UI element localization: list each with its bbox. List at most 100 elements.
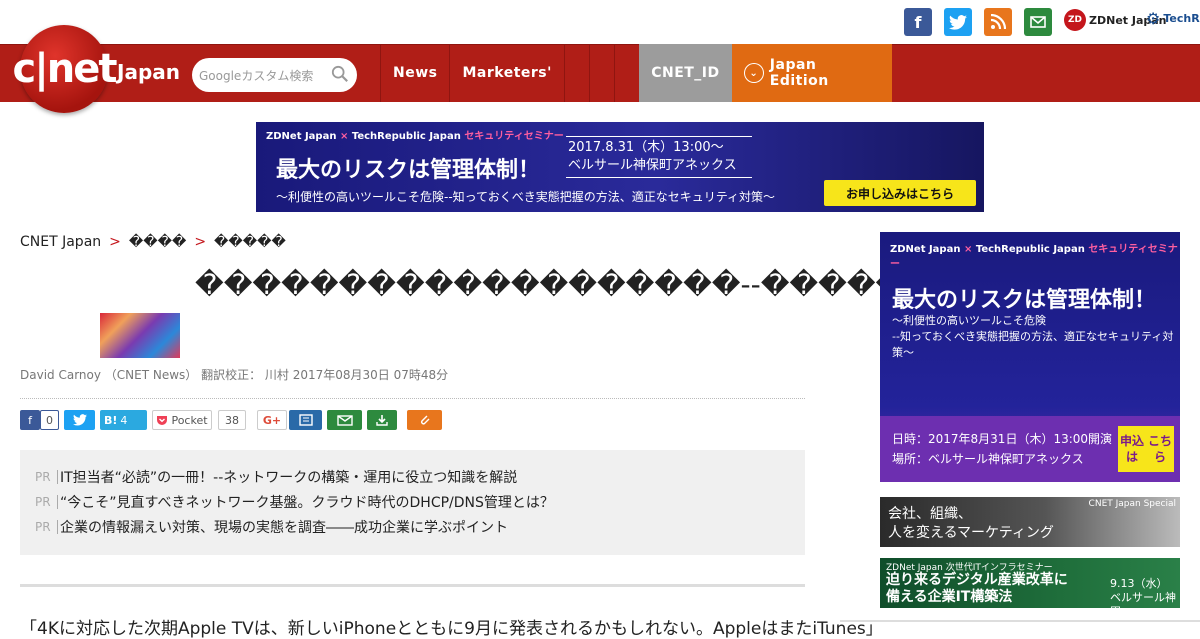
pr-tag: PR	[35, 494, 51, 509]
breadcrumb-sep: >	[194, 234, 207, 250]
clip-icon[interactable]	[407, 410, 442, 430]
banner-date-venue: 2017.8.31（木）13:00〜 ベルサール神保町アネックス	[566, 136, 752, 178]
banner-brand-x: ×	[339, 131, 349, 142]
nav-cnet-id[interactable]: CNET_ID	[638, 44, 732, 102]
techrepublic-logo-icon: ⚙	[1146, 9, 1161, 28]
sidebar-ad-cta-button[interactable]: 申込は こちら	[1118, 426, 1174, 472]
gplus-share-icon[interactable]: G+	[257, 410, 287, 430]
pr-item-text[interactable]: IT担当者“必読”の一冊！--ネットワークの構築・運用に役立つ知識を解説	[60, 467, 517, 487]
mail-share-glyph	[336, 414, 353, 426]
download-glyph	[376, 415, 388, 426]
twitter-share-icon[interactable]	[64, 410, 95, 430]
sidebar-banner2-date1: 9.13（水）	[1110, 577, 1168, 590]
pr-box: PR IT担当者“必読”の一冊！--ネットワークの構築・運用に役立つ知識を解説 …	[20, 450, 805, 555]
mail-share-icon[interactable]	[327, 410, 362, 430]
pocket-icon	[157, 416, 168, 425]
hatena-icon: B!	[104, 413, 118, 427]
breadcrumb-level1[interactable]: ����	[129, 234, 186, 250]
pr-bar	[57, 494, 58, 509]
nav-japan-edition[interactable]: ⌄ Japan Edition	[731, 44, 892, 102]
social-bar: f ZD ZDNet Japan ⚙ TechRep	[0, 0, 1200, 44]
sidebar-ad-brand-right: TechRepublic Japan	[975, 244, 1085, 255]
facebook-share-icon[interactable]: f	[20, 410, 40, 430]
pocket-share-button[interactable]: Pocket	[152, 410, 212, 430]
pocket-label: Pocket	[171, 413, 208, 427]
breadcrumb-home[interactable]: CNET Japan	[20, 234, 101, 250]
sidebar-ad-footer: 日時：2017年8月31日（木）13:00開演 場所：ベルサール神保町アネックス…	[880, 416, 1180, 482]
breadcrumb: CNET Japan > ���� > �����	[20, 234, 286, 250]
nav-news[interactable]: News	[380, 44, 449, 102]
divider	[840, 620, 1200, 622]
nav-blank-3[interactable]	[613, 44, 639, 102]
download-icon[interactable]	[367, 410, 397, 430]
nav-blank-2[interactable]	[588, 44, 614, 102]
print-glyph	[298, 414, 313, 426]
main-nav: News Marketers' CNET_ID ⌄ Japan Edition	[380, 44, 892, 102]
sidebar-ad-date: 日時：2017年8月31日（木）13:00開演	[892, 432, 1113, 446]
sidebar-ad-venue: 場所：ベルサール神保町アネックス	[892, 452, 1084, 466]
clip-glyph	[420, 415, 429, 425]
nav-blank-1[interactable]	[563, 44, 589, 102]
print-icon[interactable]	[289, 410, 322, 430]
edition-label: Japan Edition	[769, 57, 829, 89]
pocket-count: 38	[218, 410, 246, 430]
search-box[interactable]: Googleカスタム検索	[192, 58, 357, 92]
sidebar-banner2-date2: ベルサール神田	[1110, 591, 1176, 608]
sidebar-banner-infra[interactable]: ZDNet Japan 次世代ITインフラセミナー 迫り来るデジタル産業改革に …	[880, 558, 1180, 608]
banner-brand-left: ZDNet Japan	[266, 131, 337, 142]
sidebar-banner-line1: 会社、組織、	[888, 506, 972, 522]
sidebar-ad-headline: 最大のリスクは管理体制！	[892, 288, 1157, 313]
sidebar-ad-brand: ZDNet Japan × TechRepublic Japan セキュリティセ…	[890, 240, 1180, 270]
sidebar-ad-sub1: 〜利便性の高いツールこそ危険	[892, 314, 1046, 327]
sidebar-ad-cta-line2: こちら	[1147, 434, 1172, 464]
sidebar-ad-cta-line1: 申込は	[1119, 434, 1144, 464]
banner-brand: ZDNet Japan × TechRepublic Japan セキュリティセ…	[266, 127, 564, 142]
rss-glyph	[990, 14, 1006, 30]
article-body: 「4Kに対応した次期Apple TVは、新しいiPhoneとともに9月に発表され…	[20, 619, 883, 639]
twitter-share-bird	[72, 414, 87, 426]
twitter-bird	[949, 14, 967, 30]
techrepublic-label: TechRep	[1163, 12, 1200, 25]
divider	[20, 398, 805, 399]
banner-headline: 最大のリスクは管理体制！	[276, 158, 541, 183]
search-input[interactable]: Googleカスタム検索	[199, 67, 313, 84]
banner-cta-button[interactable]: お申し込みはこちら	[824, 180, 976, 206]
twitter-icon[interactable]	[944, 8, 972, 36]
article-thumbnail	[100, 313, 180, 358]
facebook-glyph: f	[914, 12, 922, 32]
pr-item[interactable]: PR 企業の情報漏えい対策、現場の実態を調査――成功企業に学ぶポイント	[35, 514, 790, 539]
sidebar-banner-marketing[interactable]: CNET Japan Special 会社、組織、 人を変えるマーケティング	[880, 497, 1180, 547]
sidebar-banner-line2: 人を変えるマーケティング	[888, 525, 1054, 541]
sidebar-banner2-date: 9.13（水） ベルサール神田	[1110, 577, 1180, 608]
hatena-share-button[interactable]: B! 4	[100, 410, 147, 430]
sidebar-banner2-headline: 迫り来るデジタル産業改革に 備える企業IT構築法	[886, 572, 1068, 606]
banner-venue: ベルサール神保町アネックス	[568, 158, 737, 173]
sidebar-banner-tag: CNET Japan Special	[1088, 499, 1176, 509]
sidebar-ad[interactable]: ZDNet Japan × TechRepublic Japan セキュリティセ…	[880, 232, 1180, 482]
pr-item[interactable]: PR “今こそ”見直すべきネットワーク基盤。クラウド時代のDHCP/DNS管理と…	[35, 489, 790, 514]
mail-glyph	[1030, 16, 1046, 28]
facebook-icon[interactable]: f	[904, 8, 932, 36]
banner-seminar: セキュリティセミナー	[464, 131, 564, 142]
pr-item[interactable]: PR IT担当者“必読”の一冊！--ネットワークの構築・運用に役立つ知識を解説	[35, 464, 790, 489]
cnet-logo[interactable]: c|net	[12, 25, 118, 113]
search-icon[interactable]	[331, 65, 349, 83]
sidebar-ad-brand-left: ZDNet Japan	[890, 244, 961, 255]
pr-item-text[interactable]: 企業の情報漏えい対策、現場の実態を調査――成功企業に学ぶポイント	[60, 517, 508, 537]
rss-icon[interactable]	[984, 8, 1012, 36]
logo-edition: Japan	[117, 60, 180, 84]
zdnet-logo-icon: ZD	[1064, 9, 1086, 31]
mail-icon[interactable]	[1024, 8, 1052, 36]
pr-bar	[57, 519, 58, 534]
top-banner-ad[interactable]: ZDNet Japan × TechRepublic Japan セキュリティセ…	[256, 122, 984, 212]
chevron-down-icon: ⌄	[743, 63, 764, 83]
sidebar-ad-brand-x: ×	[963, 244, 973, 255]
pr-item-text[interactable]: “今こそ”見直すべきネットワーク基盤。クラウド時代のDHCP/DNS管理とは？	[60, 492, 554, 512]
article-byline: David Carnoy （CNET News） 翻訳校正： 川村 2017年0…	[20, 368, 449, 382]
techrepublic-link[interactable]: ⚙ TechRep	[1146, 9, 1200, 28]
banner-subline: 〜利便性の高いツールこそ危険--知っておくべき実態把握の方法、適正なセキュリティ…	[276, 190, 775, 204]
divider	[20, 584, 805, 587]
breadcrumb-level2[interactable]: �����	[214, 234, 286, 250]
nav-marketers[interactable]: Marketers'	[449, 44, 563, 102]
banner-date: 2017.8.31（木）13:00〜	[568, 140, 724, 155]
